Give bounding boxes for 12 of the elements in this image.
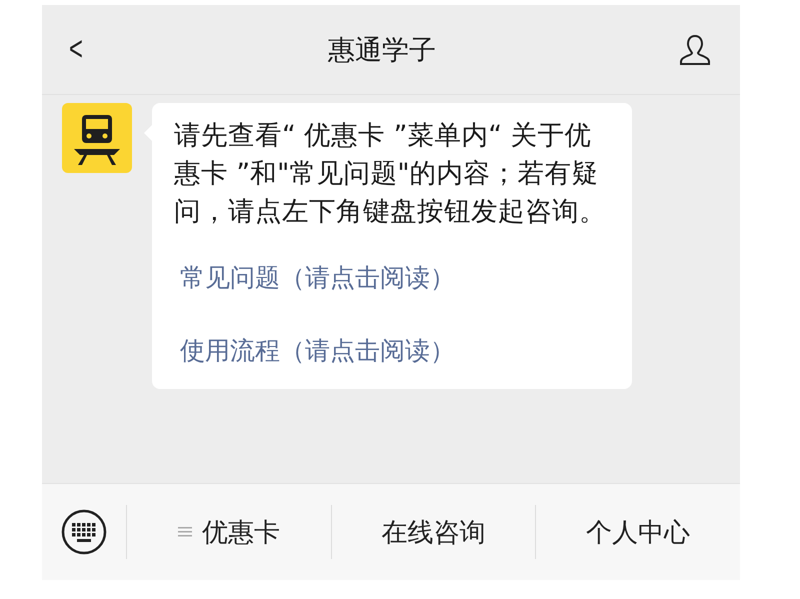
menu-button[interactable]: 个人中心	[536, 502, 740, 562]
list-icon	[178, 525, 192, 539]
train-logo-icon[interactable]	[62, 103, 132, 173]
chat-title: 惠通学子	[328, 34, 436, 68]
menu-button[interactable]: 优惠卡	[127, 502, 331, 562]
message-text: 请先查看“ 优惠卡 ”菜单内“ 关于优惠卡 ”和"常见问题"的内容；若有疑问，请点左下角键盘按钮发起咨询。	[174, 119, 607, 229]
article-link[interactable]: 常见问题（请点击阅读）	[180, 261, 612, 294]
back-button[interactable]: <	[68, 30, 83, 69]
profile-icon[interactable]	[678, 32, 712, 66]
article-link[interactable]: 使用流程（请点击阅读）	[180, 334, 612, 367]
menu-button[interactable]: 在线咨询	[332, 502, 536, 562]
keyboard-icon[interactable]	[61, 509, 107, 555]
